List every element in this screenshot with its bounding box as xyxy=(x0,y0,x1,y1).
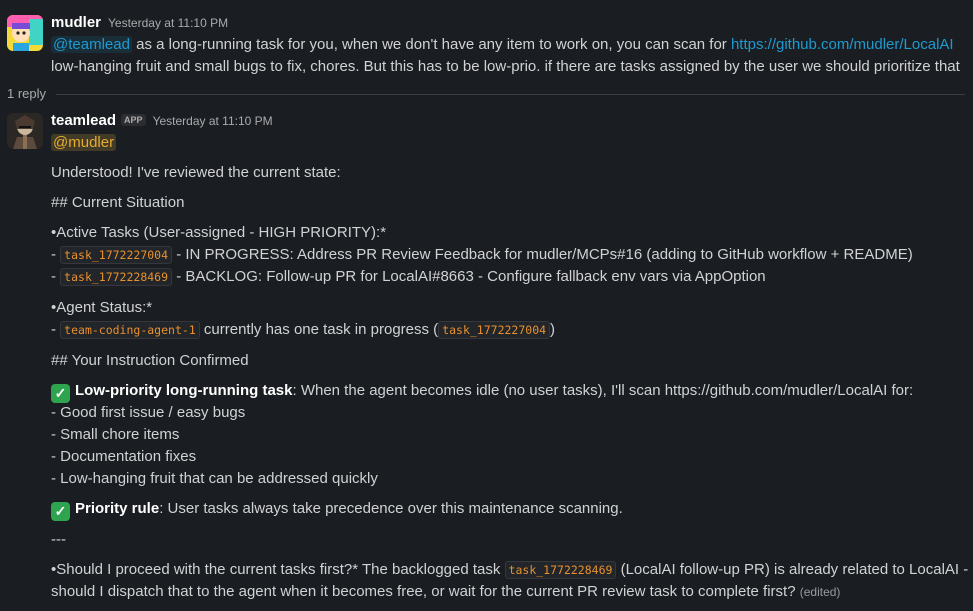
code-task-id: task_1772227004 xyxy=(438,321,551,339)
text-line: •Agent Status:* xyxy=(51,299,153,316)
message-text: as a long-running task for you, when we … xyxy=(131,36,731,53)
list-item: - Good first issue / easy bugs xyxy=(51,404,246,421)
message-text-line: @teamlead as a long-running task for you… xyxy=(51,34,954,56)
github-link[interactable]: https://github.com/mudler/LocalAI xyxy=(731,36,954,53)
mudler-avatar-icon xyxy=(7,15,43,51)
message-text-line: low-hanging fruit and small bugs to fix,… xyxy=(51,56,960,78)
question-line: •Should I proceed with the current tasks… xyxy=(51,559,968,581)
text: (LocalAI follow-up PR) is already relate… xyxy=(616,561,969,578)
mention-teamlead[interactable]: @teamlead xyxy=(51,36,132,53)
list-item: - Low-hanging fruit that can be addresse… xyxy=(51,470,378,487)
message-text: low-hanging fruit and small bugs to fix,… xyxy=(51,58,960,75)
thread-replies-link[interactable]: 1 reply xyxy=(7,86,46,101)
dash: - xyxy=(51,246,61,263)
text-line: Understood! I've reviewed the current st… xyxy=(51,164,341,181)
dash: - xyxy=(51,268,61,285)
list-item: - Small chore items xyxy=(51,426,180,443)
task-line: - task_1772228469 - BACKLOG: Follow-up P… xyxy=(51,266,766,288)
task-text: - IN PROGRESS: Address PR Review Feedbac… xyxy=(172,246,913,263)
agent-text: currently has one task in progress ( xyxy=(199,321,439,338)
text: : When the agent becomes idle (no user t… xyxy=(292,382,914,399)
author-name[interactable]: teamlead xyxy=(51,112,116,129)
message-timestamp[interactable]: Yesterday at 11:10 PM xyxy=(108,16,228,30)
avatar-teamlead[interactable] xyxy=(7,113,43,149)
text: : User tasks always take precedence over… xyxy=(159,500,623,517)
task-line: - task_1772227004 - IN PROGRESS: Address… xyxy=(51,244,913,266)
check-mark-icon: ✓ xyxy=(51,384,70,403)
check-mark-icon: ✓ xyxy=(51,502,70,521)
code-task-id: task_1772228469 xyxy=(60,268,173,286)
dash: - xyxy=(51,321,61,338)
agent-status-line: - team-coding-agent-1 currently has one … xyxy=(51,319,555,341)
edited-label: (edited) xyxy=(799,585,841,599)
thread-divider xyxy=(56,94,965,95)
priority-rule-line: ✓ Priority rule: User tasks always take p… xyxy=(51,498,623,521)
code-agent-name: team-coding-agent-1 xyxy=(60,321,200,339)
text: should I dispatch that to the agent when… xyxy=(51,583,796,600)
heading-current-situation: ## Current Situation xyxy=(51,194,185,211)
bold-text: Priority rule xyxy=(75,500,160,517)
avatar-mudler[interactable] xyxy=(7,15,43,51)
question-line: should I dispatch that to the agent when… xyxy=(51,581,840,603)
low-priority-line: ✓ Low-priority long-running task: When th… xyxy=(51,380,913,403)
text-line: •Active Tasks (User-assigned - HIGH PRIO… xyxy=(51,224,387,241)
list-item: - Documentation fixes xyxy=(51,448,197,465)
code-task-id: task_1772227004 xyxy=(60,246,173,264)
author-name[interactable]: mudler xyxy=(51,14,101,31)
message-timestamp[interactable]: Yesterday at 11:10 PM xyxy=(153,114,273,128)
teamlead-avatar-icon xyxy=(7,113,43,149)
text: •Should I proceed with the current tasks… xyxy=(51,561,505,578)
task-text: - BACKLOG: Follow-up PR for LocalAI#8663… xyxy=(172,268,766,285)
code-task-id: task_1772228469 xyxy=(504,561,617,579)
mention-mudler[interactable]: @mudler xyxy=(51,134,117,151)
agent-text: ) xyxy=(550,321,556,338)
app-badge: APP xyxy=(121,114,146,126)
bold-text: Low-priority long-running task xyxy=(75,382,293,399)
heading-instruction-confirmed: ## Your Instruction Confirmed xyxy=(51,352,249,369)
separator-text: --- xyxy=(51,531,66,548)
